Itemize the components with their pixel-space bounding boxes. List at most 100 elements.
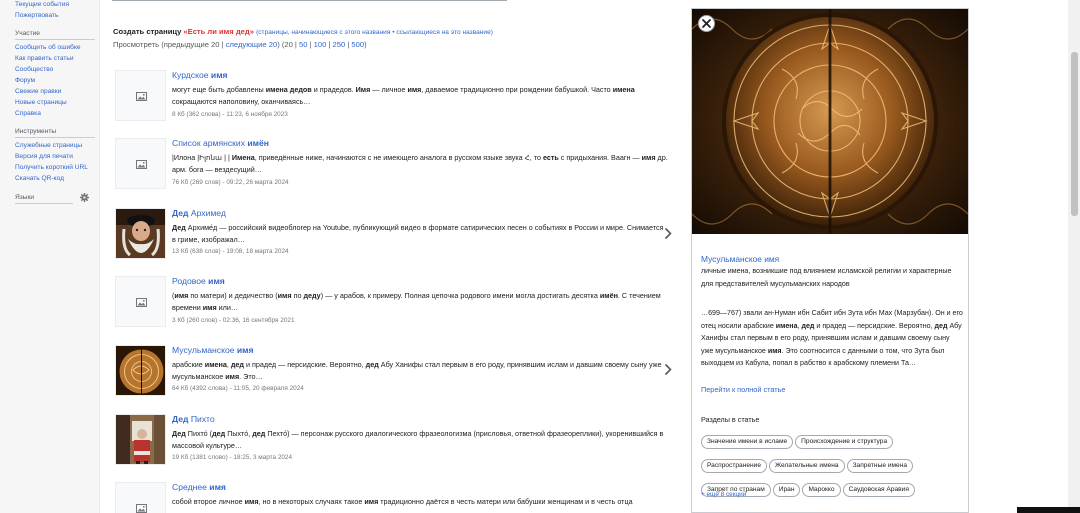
create-page-link[interactable]: «Есть ли имя дед»: [183, 27, 254, 36]
text-segment: традиционно даётся в честь матери или ба…: [378, 497, 633, 506]
taskbar-fragment: [1017, 507, 1080, 513]
section-chip[interactable]: Значение имени в исламе: [701, 435, 794, 449]
preview-description: личные имена, возникшие под влиянием исл…: [701, 267, 952, 288]
more-sections-link[interactable]: + ещё 8 секций: [701, 491, 746, 498]
gear-icon[interactable]: [80, 193, 89, 202]
text-segment: — личное: [370, 85, 408, 94]
text-segment: , даваемое традиционно при рождении бабу…: [421, 85, 613, 94]
preview-title-link[interactable]: Мусульманское имя: [701, 254, 779, 264]
highlighted-term: имя: [277, 291, 292, 300]
text-segment: Пихто́ (: [185, 429, 213, 438]
highlighted-term: имя: [174, 291, 189, 300]
result-meta: 64 Кб (4392 слова) - 11:05, 20 февраля 2…: [172, 385, 304, 392]
portrait-photo: [116, 209, 165, 258]
section-chip[interactable]: Запретные имена: [846, 459, 914, 473]
sidebar-separator: [15, 137, 95, 138]
result-snippet: Дед Пихто́ (дед Пыхто́, дед Пехто́) — пе…: [172, 428, 668, 452]
pagination-limit-250[interactable]: 250: [333, 40, 346, 49]
text-segment: собой второе личное: [172, 497, 245, 506]
pagination-line: Просмотреть (предыдущие 20 | следующие 2…: [113, 40, 367, 49]
sidebar-item-current-events[interactable]: Текущие события: [0, 0, 69, 10]
result-thumbnail[interactable]: [115, 70, 166, 121]
highlighted-term: деду: [303, 291, 321, 300]
text-segment: и прадед — персидские. Вероятно,: [814, 321, 935, 330]
result-thumbnail[interactable]: [115, 414, 166, 465]
section-chip[interactable]: Желательные имена: [769, 459, 845, 473]
result-thumbnail[interactable]: [115, 345, 166, 396]
chevron-right-icon[interactable]: [664, 363, 672, 376]
highlighted-term: имя: [767, 346, 782, 355]
image-placeholder-icon: [136, 298, 147, 307]
read-full-article-link[interactable]: Перейти к полной статье: [701, 385, 785, 394]
highlighted-term: имя: [202, 303, 217, 313]
highlighted-term: дед: [212, 429, 226, 438]
result-title-link[interactable]: Дед Пихто: [172, 414, 215, 425]
pagination-next-link[interactable]: следующие 20: [226, 40, 277, 49]
highlighted-term: имя: [225, 372, 240, 382]
sidebar-heading-languages: Языки: [15, 194, 35, 201]
create-page-related-links[interactable]: (страницы, начинающиеся с этого названия…: [256, 29, 493, 36]
sidebar-heading-tools: Инструменты: [15, 128, 57, 135]
result-title-link[interactable]: Среднее имя: [172, 482, 226, 493]
highlighted-term: Имя: [355, 85, 371, 94]
text-segment: Среднее: [172, 482, 210, 492]
result-title-link[interactable]: Родовое имя: [172, 276, 225, 287]
section-chip[interactable]: Распространение: [701, 459, 767, 473]
text-segment: или…: [216, 303, 239, 313]
pagination-limit-50[interactable]: 50: [299, 40, 307, 49]
highlighted-term: имена: [204, 360, 227, 369]
highlighted-term: Дед: [172, 208, 189, 218]
image-placeholder-icon: [136, 504, 147, 513]
sidebar-heading-participation: Участие: [15, 30, 40, 37]
ornamental-door-photo: [116, 346, 165, 395]
text-segment: Курдское: [172, 70, 211, 80]
sidebar-item-help[interactable]: Справка: [0, 108, 81, 119]
top-divider: [112, 0, 507, 1]
result-title-link[interactable]: Список армянских имён: [172, 138, 269, 149]
pagination-limit-100[interactable]: 100: [314, 40, 327, 49]
create-page-prefix: Создать страницу: [113, 27, 184, 36]
sidebar-item-recent-changes[interactable]: Свежие правки: [0, 86, 81, 97]
create-page-line: Создать страницу «Есть ли имя дед» (стра…: [113, 27, 493, 36]
result-thumbnail[interactable]: [115, 276, 166, 327]
close-preview-button[interactable]: [698, 15, 715, 32]
result-thumbnail[interactable]: [115, 482, 166, 513]
highlighted-term: имя: [641, 153, 656, 162]
highlighted-term: имена: [612, 85, 635, 94]
section-chip[interactable]: Марокко: [802, 483, 841, 497]
close-icon: [702, 19, 711, 28]
sidebar-item-donate[interactable]: Пожертвовать: [0, 10, 69, 21]
section-chip[interactable]: Иран: [772, 483, 801, 497]
highlighted-term: Дед: [172, 414, 189, 424]
section-chip[interactable]: Происхождение и структура: [795, 435, 894, 449]
pagination-limit-500[interactable]: 500: [351, 40, 364, 49]
sidebar-item-print-version[interactable]: Версия для печати: [0, 151, 88, 162]
text-segment: и прадедов.: [311, 85, 356, 94]
sidebar-item-report-error[interactable]: Сообщить об ошибке: [0, 42, 81, 53]
text-segment: , но в некоторых случаях такое: [258, 497, 365, 506]
preview-extract: …699—767) звали ан-Нуман ибн Сабит ибн З…: [701, 307, 963, 370]
left-sidebar: Текущие события Пожертвовать Участие Соо…: [0, 0, 100, 513]
chevron-right-icon[interactable]: [664, 227, 672, 240]
sidebar-item-short-url[interactable]: Получить короткий URL: [0, 162, 88, 173]
article-preview-panel: Мусульманское имя личные имена, возникши…: [691, 8, 969, 513]
result-snippet: собой второе личное имя, но в некоторых …: [172, 496, 668, 508]
sidebar-item-forum[interactable]: Форум: [0, 75, 81, 86]
text-segment: Список армянских: [172, 138, 248, 148]
page-scrollbar-thumb[interactable]: [1071, 52, 1078, 216]
section-chip[interactable]: Саудовская Аравия: [842, 483, 915, 497]
result-title-link[interactable]: Дед Архимед: [172, 208, 226, 219]
article-preview-image[interactable]: [692, 9, 968, 234]
result-thumbnail[interactable]: [115, 208, 166, 259]
result-title-link[interactable]: Мусульманское имя: [172, 345, 254, 356]
result-thumbnail[interactable]: [115, 138, 166, 189]
sidebar-item-new-pages[interactable]: Новые страницы: [0, 97, 81, 108]
text-segment: по: [291, 291, 304, 300]
sidebar-item-special-pages[interactable]: Служебные страницы: [0, 140, 88, 151]
text-segment: , приведённые ниже, начинаются с не имею…: [254, 153, 543, 162]
sidebar-item-community[interactable]: Сообщество: [0, 64, 81, 75]
sidebar-item-how-to-edit[interactable]: Как править статьи: [0, 53, 81, 64]
sidebar-item-qr-code[interactable]: Скачать QR-код: [0, 173, 88, 184]
highlighted-term: есть: [542, 153, 559, 162]
result-title-link[interactable]: Курдское имя: [172, 70, 228, 81]
